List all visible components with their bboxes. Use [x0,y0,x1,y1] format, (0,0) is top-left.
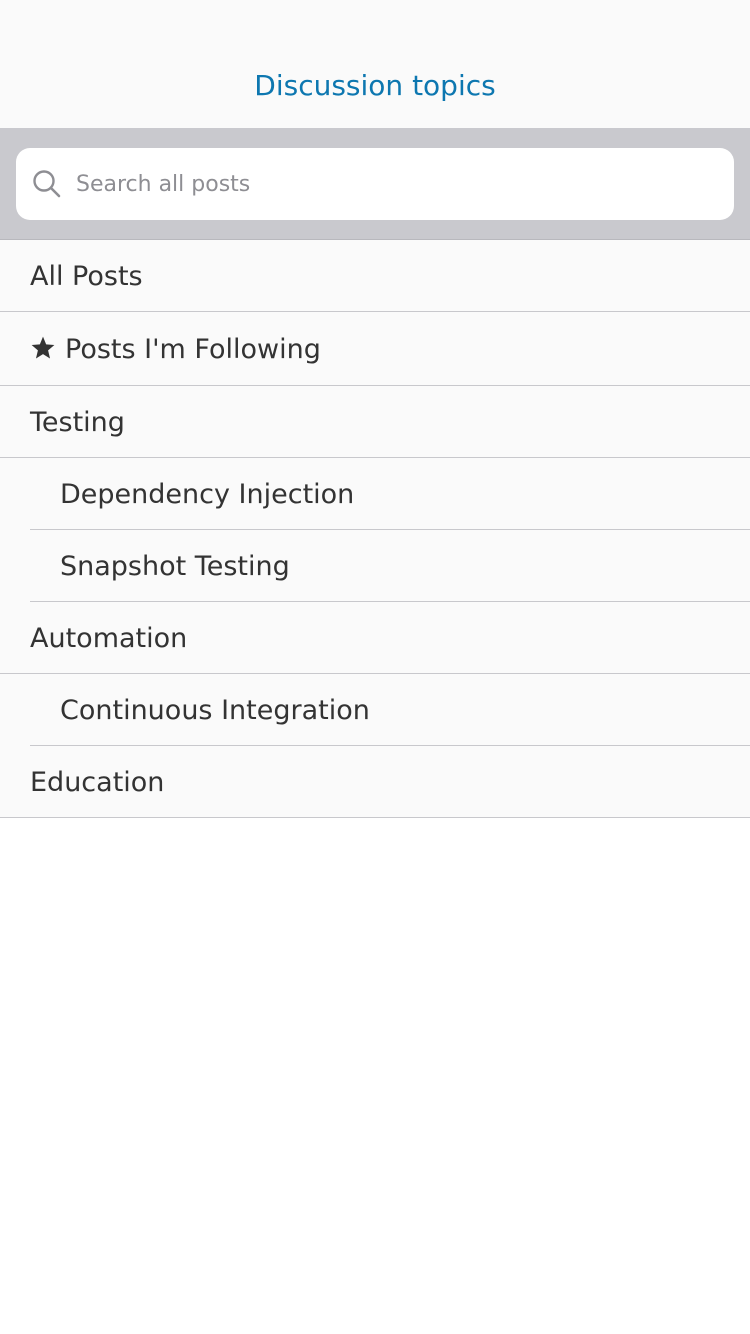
page-title: Discussion topics [254,69,496,102]
topic-dependency-injection[interactable]: Dependency Injection [0,458,750,530]
topic-all-posts[interactable]: All Posts [0,240,750,312]
topic-snapshot-testing[interactable]: Snapshot Testing [0,530,750,602]
star-icon [30,335,56,361]
search-field[interactable] [16,148,734,220]
topic-automation[interactable]: Automation [0,602,750,674]
topic-label: Dependency Injection [60,478,355,510]
topic-label: Education [30,766,165,798]
topic-label: Snapshot Testing [60,550,290,582]
topic-label: Automation [30,622,188,654]
topic-label: Posts I'm Following [65,333,321,365]
topic-list: All Posts Posts I'm Following Testing De… [0,240,750,818]
topic-label: Continuous Integration [60,694,370,726]
topic-posts-following[interactable]: Posts I'm Following [0,312,750,386]
topic-label: All Posts [30,260,143,292]
search-input[interactable] [76,164,734,204]
topic-continuous-integration[interactable]: Continuous Integration [0,674,750,746]
topic-education[interactable]: Education [0,746,750,818]
topic-testing[interactable]: Testing [0,386,750,458]
navigation-bar: Discussion topics [0,0,750,128]
topic-label: Testing [30,406,125,438]
search-icon [32,169,62,199]
search-bar [0,128,750,240]
discussion-topics-screen: Discussion topics All Posts Posts I'm Fo… [0,0,750,1334]
